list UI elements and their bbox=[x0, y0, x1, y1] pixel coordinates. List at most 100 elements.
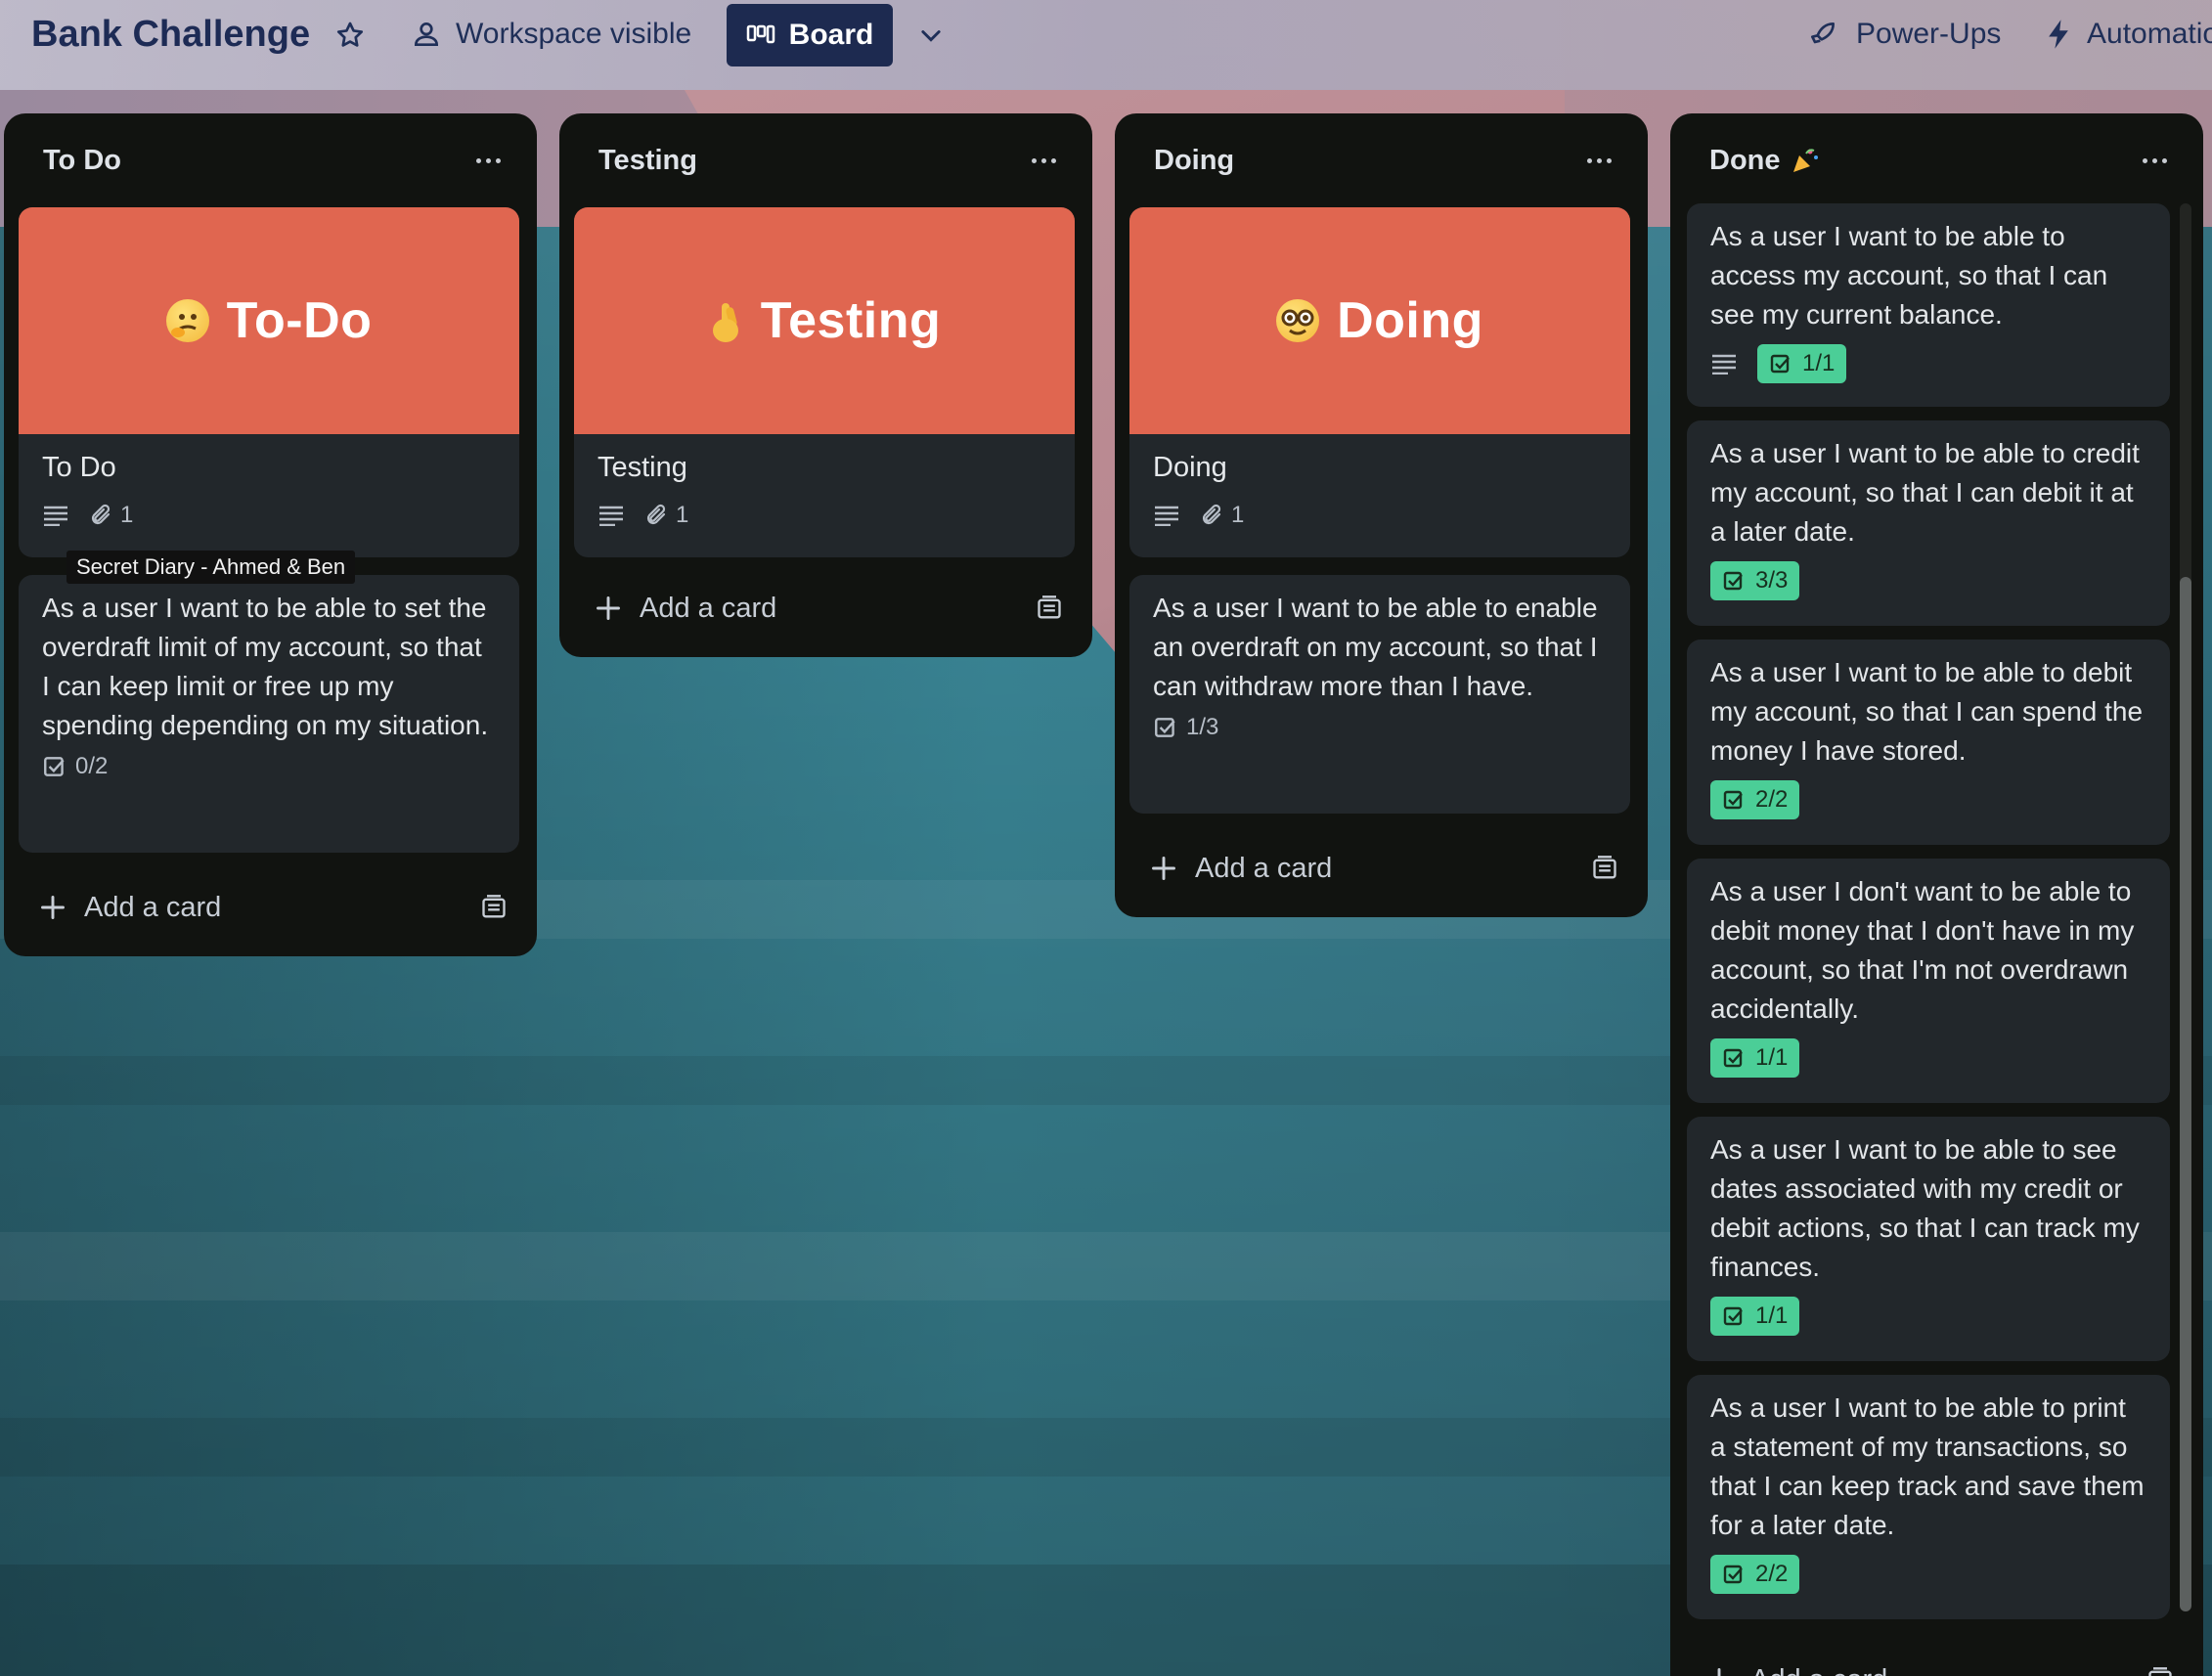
list-menu-button[interactable] bbox=[1579, 143, 1618, 178]
list-menu-button[interactable] bbox=[2135, 143, 2174, 178]
card-title: Doing bbox=[1153, 452, 1227, 483]
star-button[interactable] bbox=[334, 20, 366, 51]
board-title[interactable]: Bank Challenge bbox=[31, 14, 310, 56]
card-text: As a user I want to be able to set the o… bbox=[42, 593, 489, 740]
people-icon bbox=[414, 22, 439, 46]
plus-icon bbox=[1152, 857, 1175, 880]
checkbox-icon bbox=[44, 757, 65, 776]
list-title[interactable]: Testing bbox=[598, 145, 697, 177]
checklist-complete-badge: 2/2 bbox=[1710, 780, 1800, 819]
checklist-count: 2/2 bbox=[1755, 1561, 1789, 1587]
checklist-count: 3/3 bbox=[1755, 567, 1789, 594]
add-card-label: Add a card bbox=[1750, 1664, 1887, 1676]
card-template-icon[interactable] bbox=[1591, 855, 1618, 882]
list-done: Done As a user I want to be able to acce… bbox=[1670, 113, 2203, 1676]
card-cover: To-Do bbox=[19, 207, 519, 434]
card-template-icon[interactable] bbox=[2146, 1666, 2174, 1676]
description-badge bbox=[597, 505, 625, 526]
crossed-fingers-icon bbox=[708, 299, 743, 342]
board-icon bbox=[746, 24, 774, 44]
power-ups-button[interactable]: Power-Ups bbox=[1807, 18, 2001, 51]
checklist-complete-badge: 1/1 bbox=[1710, 1297, 1800, 1336]
board-view-label: Board bbox=[788, 19, 874, 51]
visibility-label: Workspace visible bbox=[456, 18, 692, 50]
list-title[interactable]: Done bbox=[1709, 145, 1781, 177]
add-card-button[interactable]: Add a card bbox=[559, 579, 1092, 638]
card-text: As a user I want to be able to credit my… bbox=[1710, 438, 2140, 547]
checklist-count: 0/2 bbox=[75, 753, 109, 779]
plus-icon bbox=[41, 896, 65, 919]
description-badge bbox=[42, 505, 69, 526]
tooltip: Secret Diary - Ahmed & Ben bbox=[66, 551, 356, 584]
board-view-button[interactable]: Board bbox=[727, 4, 893, 66]
cover-card[interactable]: Doing Doing 1 bbox=[1129, 207, 1630, 557]
list-title[interactable]: Doing bbox=[1154, 145, 1234, 177]
add-card-button[interactable]: Add a card bbox=[1115, 839, 1648, 898]
cover-card[interactable]: To-Do To Do 1 bbox=[19, 207, 519, 557]
description-icon bbox=[44, 506, 67, 526]
checklist-complete-badge: 1/1 bbox=[1757, 344, 1847, 383]
story-card[interactable]: As a user I want to be able to debit my … bbox=[1687, 640, 2170, 845]
list-menu-button[interactable] bbox=[1024, 143, 1063, 178]
checkbox-icon bbox=[1723, 1565, 1743, 1584]
attachment-badge: 1 bbox=[644, 502, 688, 529]
story-card[interactable]: As a user I don't want to be able to deb… bbox=[1687, 859, 2170, 1103]
card-template-icon[interactable] bbox=[1036, 595, 1063, 622]
plus-icon bbox=[597, 596, 620, 620]
visibility-button[interactable]: Workspace visible bbox=[411, 18, 691, 51]
list-testing: Testing Testing Testing 1 Add a card bbox=[559, 113, 1092, 657]
attachment-count: 1 bbox=[120, 502, 134, 528]
add-card-label: Add a card bbox=[1195, 852, 1333, 884]
view-switcher-button[interactable] bbox=[915, 22, 947, 49]
card-template-icon[interactable] bbox=[480, 894, 508, 921]
description-badge bbox=[1710, 353, 1738, 375]
card-text: As a user I don't want to be able to deb… bbox=[1710, 876, 2135, 1024]
list-scrollbar-thumb[interactable] bbox=[2180, 577, 2191, 1611]
add-card-label: Add a card bbox=[640, 592, 777, 624]
story-card[interactable]: As a user I want to be able to see dates… bbox=[1687, 1117, 2170, 1361]
list-menu-button[interactable] bbox=[468, 143, 508, 178]
checklist-count: 1/1 bbox=[1755, 1302, 1789, 1329]
card-title: Testing bbox=[597, 452, 687, 483]
add-card-button[interactable]: Add a card bbox=[1670, 1651, 2203, 1676]
description-badge bbox=[1153, 505, 1180, 526]
cover-text: Testing bbox=[760, 292, 942, 349]
list-header: Testing bbox=[559, 113, 1092, 207]
list-header: Done bbox=[1670, 113, 2203, 207]
automation-button[interactable]: Automatio bbox=[2046, 18, 2212, 51]
paperclip-icon bbox=[1202, 504, 1221, 525]
card-text: As a user I want to be able to enable an… bbox=[1153, 593, 1598, 701]
story-card[interactable]: As a user I want to be able to print a s… bbox=[1687, 1375, 2170, 1619]
attachment-badge: 1 bbox=[89, 502, 133, 529]
thinking-face-icon bbox=[165, 299, 209, 342]
description-icon bbox=[1712, 354, 1736, 375]
automation-label: Automatio bbox=[2087, 18, 2212, 50]
checkbox-icon bbox=[1723, 571, 1743, 591]
nerd-face-icon bbox=[1276, 299, 1320, 342]
list-title[interactable]: To Do bbox=[43, 145, 121, 177]
add-card-button[interactable]: Add a card bbox=[4, 878, 537, 937]
cover-text: To-Do bbox=[226, 292, 373, 349]
story-card[interactable]: As a user I want to be able to set the o… bbox=[19, 575, 519, 853]
checklist-complete-badge: 3/3 bbox=[1710, 561, 1800, 600]
story-card[interactable]: As a user I want to be able to enable an… bbox=[1129, 575, 1630, 814]
paperclip-icon bbox=[646, 504, 666, 525]
lightning-icon bbox=[2049, 20, 2068, 49]
story-card[interactable]: As a user I want to be able to access my… bbox=[1687, 203, 2170, 407]
card-text: As a user I want to be able to debit my … bbox=[1710, 657, 2144, 766]
cover-card[interactable]: Testing Testing 1 bbox=[574, 207, 1075, 557]
cover-text: Doing bbox=[1337, 292, 1483, 349]
story-card[interactable]: As a user I want to be able to credit my… bbox=[1687, 420, 2170, 626]
checkbox-icon bbox=[1155, 718, 1175, 737]
checkbox-icon bbox=[1770, 354, 1790, 374]
list-header: Doing bbox=[1115, 113, 1648, 207]
attachment-count: 1 bbox=[676, 502, 689, 528]
checklist-badge: 0/2 bbox=[42, 753, 108, 780]
attachment-count: 1 bbox=[1231, 502, 1245, 528]
checklist-count: 1/1 bbox=[1755, 1044, 1789, 1071]
card-cover: Doing bbox=[1129, 207, 1630, 434]
checklist-count: 2/2 bbox=[1755, 786, 1789, 813]
card-text: As a user I want to be able to see dates… bbox=[1710, 1134, 2140, 1282]
list-header: To Do bbox=[4, 113, 537, 207]
checklist-count: 1/3 bbox=[1186, 714, 1219, 740]
